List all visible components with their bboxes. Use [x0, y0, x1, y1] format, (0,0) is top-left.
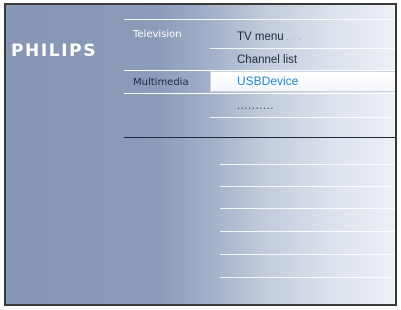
- divider: [220, 231, 395, 232]
- menu-item-suffix: . . .: [286, 35, 302, 42]
- divider: [220, 277, 395, 278]
- divider: [210, 117, 395, 118]
- category-multimedia[interactable]: Multimedia: [133, 73, 189, 93]
- menu-item-channel-list[interactable]: Channel list: [210, 50, 395, 71]
- menu-item-usbdevice[interactable]: USBDevice: [210, 71, 395, 92]
- menu-item-tv-menu[interactable]: TV menu. . .: [210, 27, 395, 48]
- menu-item-empty[interactable]: ..........: [210, 96, 395, 117]
- tv-menu-screen: PHILIPS Television Multimedia TV menu. .…: [4, 3, 397, 306]
- category-television[interactable]: Television: [133, 25, 182, 45]
- divider: [124, 93, 395, 94]
- top-divider: [124, 19, 395, 20]
- divider: [220, 208, 395, 209]
- divider: [220, 164, 395, 165]
- brand-logo: PHILIPS: [11, 41, 98, 61]
- divider: [210, 48, 395, 49]
- divider: [220, 186, 395, 187]
- divider: [220, 254, 395, 255]
- menu-item-label: TV menu: [237, 31, 284, 43]
- menu-bottom-divider: [124, 137, 395, 138]
